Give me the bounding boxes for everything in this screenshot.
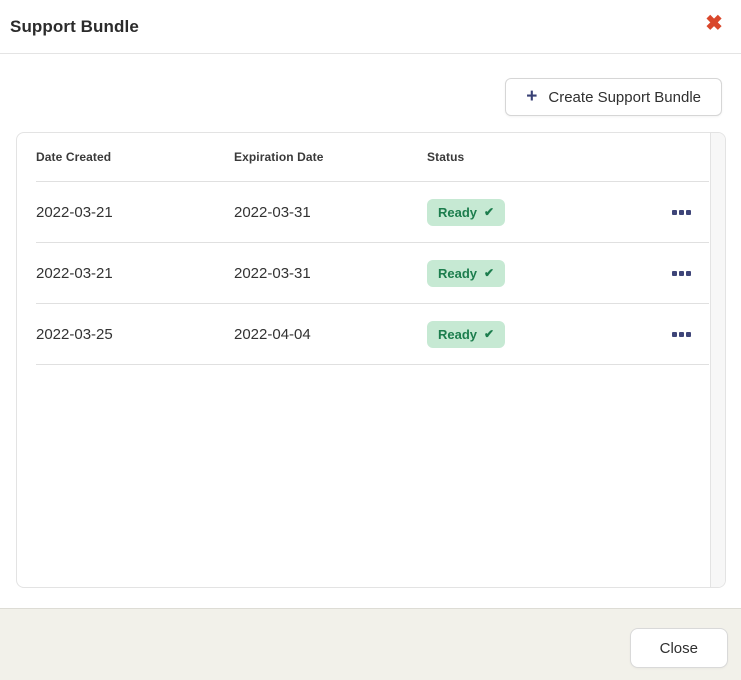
- close-button[interactable]: ✖: [699, 9, 729, 39]
- status-badge-label: Ready: [438, 327, 477, 342]
- modal-footer: Close: [0, 608, 741, 680]
- table-content: Date Created Expiration Date Status 2022…: [17, 133, 709, 587]
- table-row: 2022-03-21 2022-03-31 Ready ✔: [17, 243, 709, 303]
- status-badge-label: Ready: [438, 266, 477, 281]
- column-header-expiration-date: Expiration Date: [234, 150, 427, 164]
- check-icon: ✔: [484, 267, 494, 279]
- status-badge: Ready ✔: [427, 199, 505, 226]
- status-badge: Ready ✔: [427, 260, 505, 287]
- column-header-status: Status: [427, 150, 607, 164]
- more-actions-button[interactable]: [668, 265, 695, 282]
- cell-date-created: 2022-03-21: [36, 265, 234, 282]
- row-divider: [36, 364, 709, 365]
- check-icon: ✔: [484, 328, 494, 340]
- column-header-date-created: Date Created: [36, 150, 234, 164]
- plus-icon: +: [526, 87, 537, 106]
- cell-expiration-date: 2022-04-04: [234, 326, 427, 343]
- more-actions-button[interactable]: [668, 204, 695, 221]
- table-row: 2022-03-25 2022-04-04 Ready ✔: [17, 304, 709, 364]
- create-support-bundle-button[interactable]: + Create Support Bundle: [505, 78, 722, 116]
- create-support-bundle-label: Create Support Bundle: [548, 89, 701, 106]
- close-modal-button[interactable]: Close: [630, 628, 728, 668]
- modal-title: Support Bundle: [10, 17, 139, 37]
- table-scrollbar[interactable]: [710, 133, 725, 587]
- status-badge-label: Ready: [438, 205, 477, 220]
- ellipsis-icon: [672, 271, 691, 276]
- table-row: 2022-03-21 2022-03-31 Ready ✔: [17, 182, 709, 242]
- modal-header: Support Bundle ✖: [0, 0, 741, 54]
- table-header-row: Date Created Expiration Date Status: [17, 133, 709, 181]
- cell-date-created: 2022-03-25: [36, 326, 234, 343]
- close-icon: ✖: [705, 13, 723, 34]
- cell-date-created: 2022-03-21: [36, 204, 234, 221]
- check-icon: ✔: [484, 206, 494, 218]
- status-badge: Ready ✔: [427, 321, 505, 348]
- support-bundle-table: Date Created Expiration Date Status 2022…: [16, 132, 726, 588]
- ellipsis-icon: [672, 332, 691, 337]
- cell-expiration-date: 2022-03-31: [234, 204, 427, 221]
- cell-expiration-date: 2022-03-31: [234, 265, 427, 282]
- ellipsis-icon: [672, 210, 691, 215]
- more-actions-button[interactable]: [668, 326, 695, 343]
